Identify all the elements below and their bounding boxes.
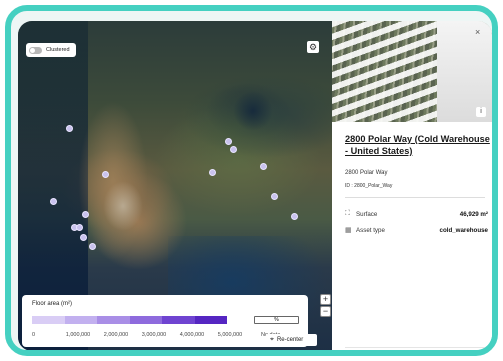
- surface-value: 46,929 m²: [459, 210, 488, 218]
- toggle-switch[interactable]: [29, 46, 42, 54]
- divider: [345, 197, 485, 198]
- recenter-button[interactable]: ⌖ Re-center: [266, 334, 317, 346]
- zoom-in-button[interactable]: +: [320, 294, 331, 305]
- app-frame: Clustered ⚙ + − Floor area (m²) 0 1,000,…: [5, 5, 498, 356]
- map-marker[interactable]: [50, 198, 57, 205]
- asset-title-link[interactable]: 2800 Polar Way (Cold Warehouse - United …: [345, 133, 491, 157]
- map-marker[interactable]: [225, 138, 232, 145]
- asset-id: ID : 2800_Polar_Way: [345, 183, 393, 189]
- building-icon: ▦: [345, 227, 352, 234]
- cluster-toggle[interactable]: Clustered: [26, 43, 76, 57]
- area-icon: ⛶: [345, 210, 350, 217]
- target-icon: ⌖: [270, 336, 274, 343]
- legend-swatch: [194, 316, 227, 324]
- recenter-label: Re-center: [276, 337, 304, 343]
- mapbox-text: mapbox: [33, 340, 60, 347]
- legend-tick: 2,000,000: [103, 332, 129, 338]
- map-marker[interactable]: [209, 169, 216, 176]
- legend-swatch: [64, 316, 97, 324]
- legend-tick: 3,000,000: [141, 332, 167, 338]
- legend-swatch: [97, 316, 130, 324]
- legend-tick: 4,000,000: [179, 332, 205, 338]
- map-marker[interactable]: [102, 171, 109, 178]
- close-icon[interactable]: ×: [475, 27, 480, 37]
- map-marker[interactable]: [291, 213, 298, 220]
- surface-label: Surface: [356, 210, 378, 218]
- legend-swatch: [32, 316, 65, 324]
- info-icon[interactable]: i: [476, 107, 486, 117]
- cluster-toggle-label: Clustered: [46, 47, 70, 53]
- legend-swatch: [129, 316, 162, 324]
- surface-row: ⛶ Surface 46,929 m²: [345, 210, 488, 218]
- map-marker[interactable]: [76, 224, 83, 231]
- asset-type-value: cold_warehouse: [439, 226, 489, 234]
- map-marker[interactable]: [89, 243, 96, 250]
- asset-type-label: Asset type: [356, 226, 385, 234]
- mapbox-logo[interactable]: mapbox: [24, 340, 60, 347]
- mapbox-icon: [24, 340, 31, 347]
- divider: [345, 347, 485, 348]
- map-marker[interactable]: [66, 125, 73, 132]
- legend-tick: 1,000,000: [65, 332, 91, 338]
- map-marker[interactable]: [230, 146, 237, 153]
- gear-icon[interactable]: ⚙: [307, 41, 319, 53]
- legend-tick: 0: [32, 332, 36, 338]
- legend-tick: 5,000,000: [217, 332, 243, 338]
- map-marker[interactable]: [271, 193, 278, 200]
- asset-detail-panel: × i 2800 Polar Way (Cold Warehouse - Uni…: [332, 21, 492, 350]
- building-photo: [332, 21, 492, 122]
- legend-color-scale: [32, 316, 227, 324]
- legend-title: Floor area (m²): [32, 301, 73, 307]
- no-data-swatch: %: [254, 316, 299, 324]
- asset-address: 2800 Polar Way: [345, 170, 388, 176]
- asset-type-row: ▦ Asset type cold_warehouse: [345, 226, 489, 235]
- map-marker[interactable]: [80, 234, 87, 241]
- map-marker[interactable]: [260, 163, 267, 170]
- zoom-out-button[interactable]: −: [320, 306, 331, 317]
- map-card: Clustered ⚙ + − Floor area (m²) 0 1,000,…: [18, 21, 492, 350]
- map-marker[interactable]: [82, 211, 89, 218]
- legend-swatch: [162, 316, 195, 324]
- satellite-map[interactable]: Clustered ⚙ + − Floor area (m²) 0 1,000,…: [18, 21, 332, 350]
